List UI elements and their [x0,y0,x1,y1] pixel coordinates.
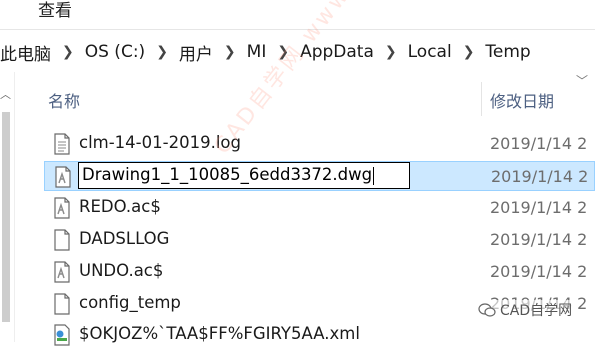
file-row[interactable]: $OKJOZ%`TAA$FF%FGIRY5AA.xml [44,320,595,350]
file-name: DADSLLOG [79,229,170,248]
file-row-selected[interactable]: Drawing1_1_10085_6edd3372.dwg 2019/1/14 … [44,161,595,191]
autocad-file-icon [54,261,70,283]
breadcrumb-os-c[interactable]: OS (C:) [85,42,145,62]
file-row[interactable]: UNDO.ac$ 2019/1/14 2 [44,257,595,287]
tab-view[interactable]: 查看 [38,0,72,21]
column-header: 名称 修改日期 ﹀ [40,74,595,116]
file-row[interactable]: REDO.ac$ 2019/1/14 2 [44,193,595,223]
file-name: config_temp [79,293,181,312]
nav-pane-scrollbar[interactable]: ︿ [0,72,15,342]
breadcrumb-users[interactable]: 用户 [179,40,213,65]
chevron-right-icon[interactable]: ❯ [266,44,300,60]
chevron-right-icon[interactable]: ❯ [51,44,85,60]
file-name: $OKJOZ%`TAA$FF%FGIRY5AA.xml [79,324,360,343]
address-bar[interactable]: 此电脑 ❯ OS (C:) ❯ 用户 ❯ MI ❯ AppData ❯ Loca… [0,36,595,68]
text-file-icon [54,133,70,155]
file-name: REDO.ac$ [79,197,161,216]
breadcrumb-mi[interactable]: MI [247,42,267,62]
file-date: 2019/1/14 2 [491,167,589,186]
sort-chevron-icon: ﹀ [576,74,589,88]
text-caret [373,166,375,185]
file-date: 2019/1/14 2 [490,198,588,217]
file-date: 2019/1/14 2 [490,230,588,249]
file-name: clm-14-01-2019.log [79,133,241,152]
file-date: 2019/1/14 2 [490,134,588,153]
file-date: 2019/1/14 2 [490,262,588,281]
breadcrumb-temp[interactable]: Temp [485,42,530,62]
file-name: UNDO.ac$ [79,261,164,280]
autocad-file-icon [55,166,71,188]
blank-file-icon [54,229,70,251]
xml-file-icon [54,324,70,346]
breadcrumb-appdata[interactable]: AppData [300,42,374,62]
autocad-file-icon [54,197,70,219]
brand-watermark-text: CAD自学网 [500,303,573,319]
rename-input-value: Drawing1_1_10085_6edd3372.dwg [82,165,373,184]
wechat-icon [478,303,496,317]
scrollbar-thumb[interactable] [2,112,10,322]
ribbon: 查看 [0,0,595,30]
column-divider[interactable] [481,82,482,116]
breadcrumb-this-pc[interactable]: 此电脑 [0,40,51,65]
chevron-right-icon[interactable]: ❯ [145,44,179,60]
breadcrumb-local[interactable]: Local [408,42,452,62]
file-row[interactable]: DADSLLOG 2019/1/14 2 [44,225,595,255]
brand-watermark: CAD自学网 [478,300,573,320]
chevron-right-icon[interactable]: ❯ [374,44,408,60]
chevron-right-icon[interactable]: ❯ [213,44,247,60]
chevron-right-icon[interactable]: ❯ [452,44,486,60]
blank-file-icon [54,293,70,315]
scroll-up-icon[interactable]: ︿ [0,86,11,102]
column-date-header[interactable]: 修改日期 [490,88,554,112]
file-row[interactable]: clm-14-01-2019.log 2019/1/14 2 [44,129,595,159]
rename-input[interactable]: Drawing1_1_10085_6edd3372.dwg [78,162,410,189]
column-name-header[interactable]: 名称 [48,88,80,112]
